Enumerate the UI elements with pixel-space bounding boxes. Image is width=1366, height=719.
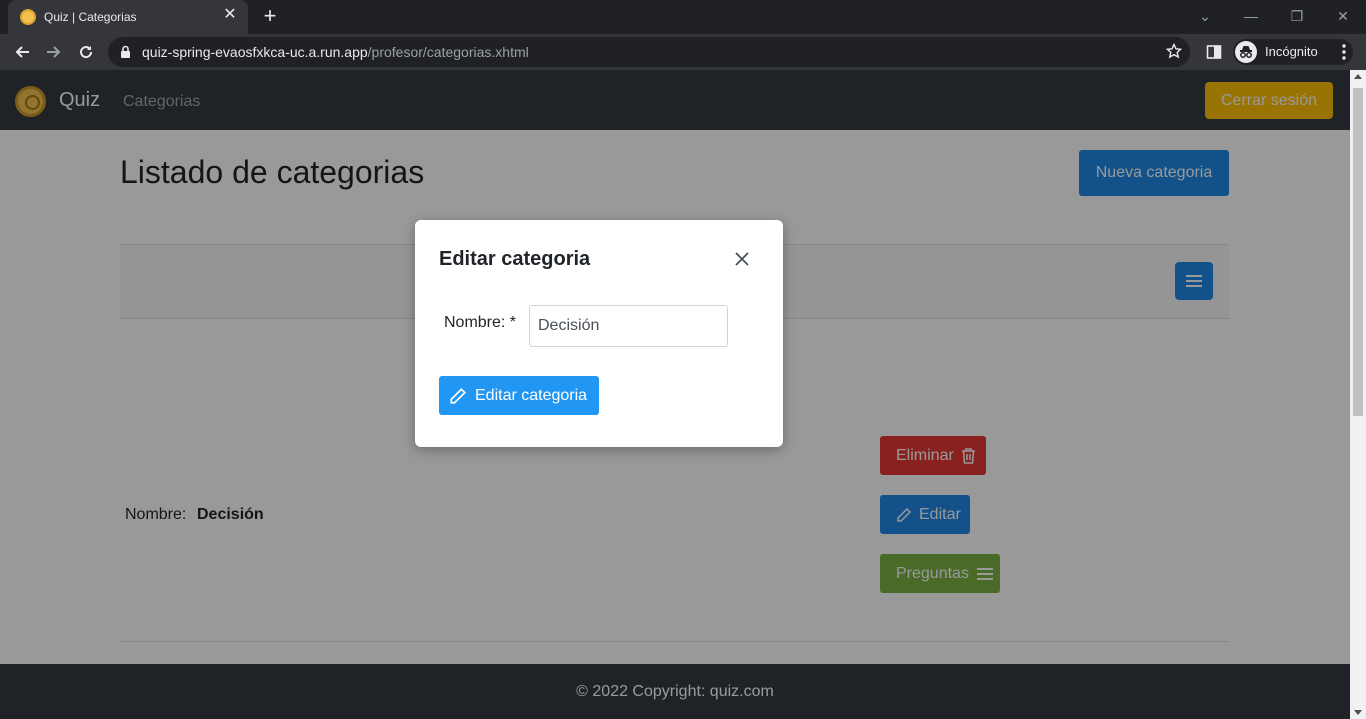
pencil-icon [450, 387, 466, 404]
tab-title: Quiz | Categorias [44, 10, 137, 24]
tab-search-icon[interactable]: ⌄ [1190, 4, 1220, 28]
scroll-up-icon[interactable] [1354, 74, 1362, 79]
incognito-profile-button[interactable]: Incógnito [1233, 39, 1353, 65]
browser-tab-bar: Quiz | Categorias ✕ + ⌄ — ❐ ✕ [0, 0, 1366, 34]
submit-label: Editar categoria [475, 386, 588, 404]
browser-menu-icon[interactable] [1336, 42, 1352, 62]
forward-icon[interactable] [40, 38, 68, 66]
url-host: quiz-spring-evaosfxkca-uc.a.run.app [142, 44, 368, 60]
incognito-label: Incógnito [1265, 44, 1318, 59]
category-name-input[interactable] [529, 305, 728, 347]
url-text: quiz-spring-evaosfxkca-uc.a.run.app/prof… [142, 44, 529, 60]
restore-icon[interactable]: ❐ [1282, 4, 1312, 28]
scroll-down-icon[interactable] [1354, 710, 1362, 715]
name-field-label: Nombre: * [444, 314, 517, 331]
browser-tab[interactable]: Quiz | Categorias ✕ [8, 0, 248, 34]
submit-edit-button[interactable]: Editar categoria [439, 376, 599, 415]
address-bar[interactable]: quiz-spring-evaosfxkca-uc.a.run.app/prof… [108, 37, 1190, 67]
side-panel-icon[interactable] [1206, 44, 1222, 60]
new-tab-icon[interactable]: + [258, 5, 282, 29]
close-window-icon[interactable]: ✕ [1328, 4, 1358, 28]
back-icon[interactable] [8, 38, 36, 66]
close-icon[interactable] [733, 250, 751, 268]
scroll-thumb[interactable] [1353, 88, 1363, 416]
minimize-icon[interactable]: — [1236, 4, 1266, 28]
reload-icon[interactable] [72, 38, 100, 66]
edit-category-dialog: Editar categoria Nombre: * Editar catego… [415, 220, 783, 447]
quiz-favicon-icon [20, 9, 36, 25]
browser-toolbar: quiz-spring-evaosfxkca-uc.a.run.app/prof… [0, 34, 1366, 70]
close-tab-icon[interactable]: ✕ [222, 7, 238, 23]
lock-icon [121, 45, 130, 58]
incognito-icon [1235, 41, 1257, 63]
page-scrollbar[interactable] [1350, 70, 1366, 719]
url-path: /profesor/categorias.xhtml [367, 44, 529, 60]
page-viewport: Quiz Categorias Cerrar sesión Listado de… [0, 70, 1350, 719]
dialog-title: Editar categoria [439, 248, 591, 270]
bookmark-star-icon[interactable] [1166, 43, 1182, 59]
